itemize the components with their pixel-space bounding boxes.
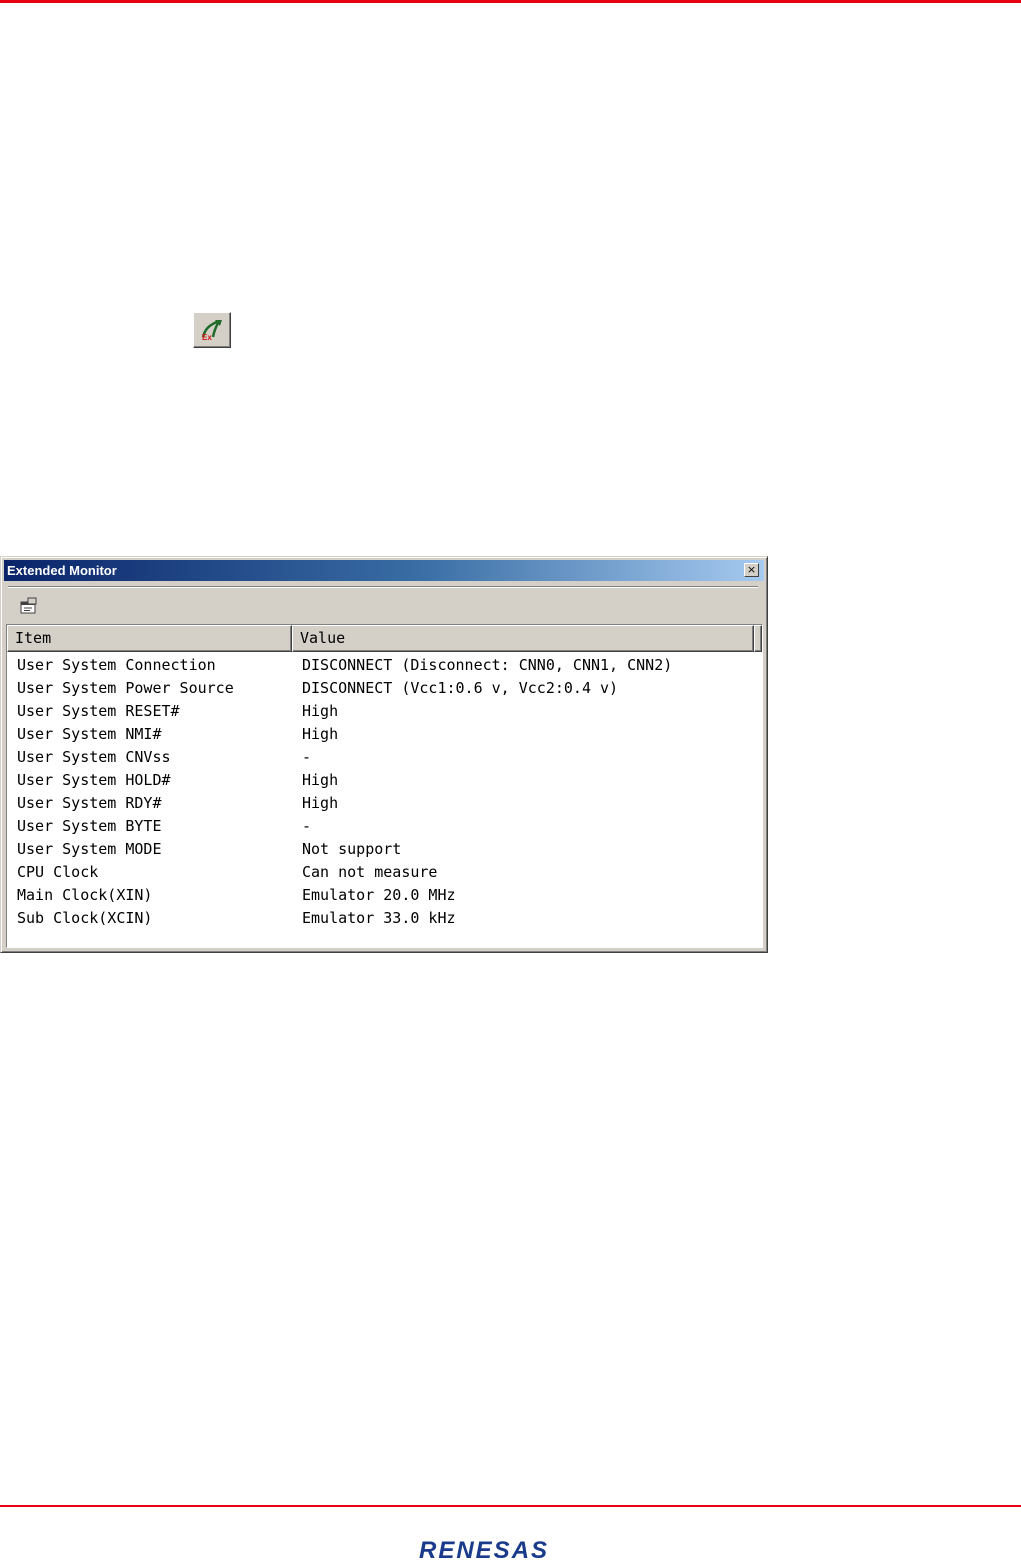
list-rows: User System Connection DISCONNECT (Discon…	[7, 654, 762, 930]
item-cell: User System Connection	[17, 656, 216, 674]
svg-text:Ex: Ex	[202, 333, 212, 342]
properties-icon[interactable]	[18, 596, 40, 616]
list-item[interactable]: User System HOLD# High	[7, 769, 762, 792]
column-header-value[interactable]: Value	[292, 625, 754, 652]
value-cell: Emulator 20.0 MHz	[302, 886, 456, 904]
extended-monitor-toolbar-button[interactable]: Ex	[193, 312, 231, 348]
value-cell: Can not measure	[302, 863, 438, 881]
item-cell: User System HOLD#	[17, 771, 171, 789]
extended-monitor-icon: Ex	[201, 319, 222, 342]
value-cell: Emulator 33.0 kHz	[302, 909, 456, 927]
value-cell: High	[302, 702, 339, 720]
list-item[interactable]: Main Clock(XIN) Emulator 20.0 MHz	[7, 884, 762, 907]
item-cell: User System RDY#	[17, 794, 162, 812]
item-cell: User System CNVss	[17, 748, 171, 766]
toolbar-divider	[8, 586, 758, 587]
item-cell: Main Clock(XIN)	[17, 886, 153, 904]
list-item[interactable]: User System NMI# High	[7, 723, 762, 746]
window-toolbar	[4, 584, 764, 622]
value-cell: High	[302, 725, 339, 743]
item-cell: Sub Clock(XCIN)	[17, 909, 153, 927]
value-cell: High	[302, 771, 339, 789]
value-cell: Not support	[302, 840, 402, 858]
item-cell: User System Power Source	[17, 679, 234, 697]
header-rule	[0, 0, 1021, 3]
value-cell: High	[302, 794, 339, 812]
list-item[interactable]: User System Power Source DISCONNECT (Vcc1…	[7, 677, 762, 700]
column-header-filler	[754, 625, 762, 652]
list-item[interactable]: User System RESET# High	[7, 700, 762, 723]
item-cell: CPU Clock	[17, 863, 99, 881]
renesas-logo: RENESAS	[419, 1537, 550, 1564]
item-cell: User System NMI#	[17, 725, 162, 743]
close-button[interactable]: ×	[744, 563, 759, 577]
value-cell: -	[302, 817, 312, 835]
list-item[interactable]: User System BYTE -	[7, 815, 762, 838]
list-item[interactable]: CPU Clock Can not measure	[7, 861, 762, 884]
item-cell: User System RESET#	[17, 702, 180, 720]
extended-monitor-window: Extended Monitor × Item Value User Syste…	[0, 556, 768, 953]
window-title: Extended Monitor	[7, 563, 117, 578]
item-cell: User System MODE	[17, 840, 162, 858]
footer-rule	[0, 1505, 1021, 1507]
column-header-item[interactable]: Item	[7, 625, 292, 652]
list-item[interactable]: User System Connection DISCONNECT (Discon…	[7, 654, 762, 677]
list-item[interactable]: Sub Clock(XCIN) Emulator 33.0 kHz	[7, 907, 762, 930]
item-cell: User System BYTE	[17, 817, 162, 835]
list-item[interactable]: User System CNVss -	[7, 746, 762, 769]
window-titlebar[interactable]: Extended Monitor ×	[4, 560, 764, 581]
value-cell: -	[302, 748, 312, 766]
value-cell: DISCONNECT (Vcc1:0.6 v, Vcc2:0.4 v)	[302, 679, 619, 697]
value-cell: DISCONNECT (Disconnect: CNN0, CNN1, CNN2…	[302, 656, 673, 674]
monitor-list: Item Value User System Connection DISCONN…	[6, 624, 763, 948]
list-item[interactable]: User System MODE Not support	[7, 838, 762, 861]
list-item[interactable]: User System RDY# High	[7, 792, 762, 815]
